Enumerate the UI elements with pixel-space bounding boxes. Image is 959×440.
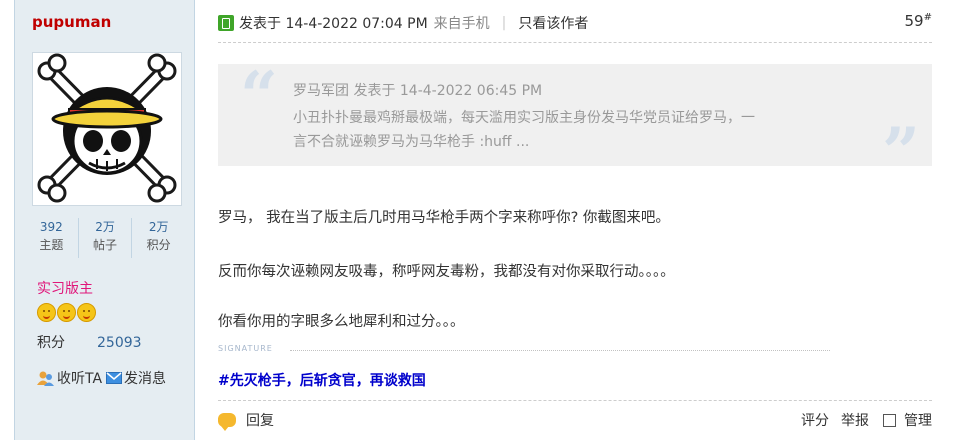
follow-label: 收听TA — [57, 371, 103, 387]
signature-label: SIGNATURE — [218, 344, 273, 353]
page-left-edge — [0, 0, 15, 440]
smiley-medal-icon — [77, 303, 96, 322]
post-via[interactable]: 来自手机 — [434, 13, 490, 33]
author-actions: 收听TA 发消息 — [37, 368, 166, 388]
stat-posts[interactable]: 2万 帖子 — [77, 218, 132, 258]
reply-bubble-icon — [218, 413, 236, 431]
stat-posts-value: 2万 — [95, 220, 115, 234]
reply-label: 回复 — [246, 413, 274, 429]
header-separator: | — [501, 15, 507, 31]
author-stats: 392 主题 2万 帖子 2万 积分 — [25, 218, 185, 258]
reply-button[interactable]: 回复 — [218, 410, 274, 431]
quote-line: 言不合就诬赖罗马为马华枪手 :huff ... — [293, 134, 530, 150]
stat-points-value: 2万 — [148, 220, 169, 234]
author-credits: 积分 25093 — [37, 332, 142, 352]
signature-divider — [290, 350, 830, 351]
mobile-online-icon — [218, 15, 234, 31]
manage-checkbox[interactable] — [883, 413, 896, 427]
floor-number-suffix: # — [923, 12, 932, 23]
jolly-roger-avatar-icon — [37, 53, 177, 203]
quote-body: 小丑扑扑曼最鸡掰最极端，每天滥用实习版主身份发马华党员证给罗马，一 言不合就诬赖… — [293, 106, 863, 154]
post-time: 发表于 14-4-2022 07:04 PM — [239, 16, 428, 32]
envelope-icon — [106, 372, 123, 384]
credits-value: 25093 — [97, 335, 142, 351]
stat-threads[interactable]: 392 主题 — [25, 218, 78, 258]
message-label: 发消息 — [124, 371, 167, 387]
author-rank[interactable]: 实习版主 — [37, 278, 93, 298]
post-paragraph: 反而你每次诬赖网友吸毒，称呼网友毒粉，我都没有对你采取行动。。。。 — [218, 264, 675, 280]
quote-block: “ ” 罗马军团 发表于 14-4-2022 06:45 PM 小丑扑扑曼最鸡掰… — [218, 57, 932, 185]
author-avatar[interactable] — [32, 52, 182, 206]
quote-header[interactable]: 罗马军团 发表于 14-4-2022 06:45 PM — [293, 80, 542, 100]
send-message-button[interactable]: 发消息 — [106, 368, 166, 388]
follow-users-icon — [37, 371, 54, 386]
floor-number-value: 59 — [904, 12, 924, 30]
stat-threads-label: 主题 — [39, 238, 64, 252]
author-username[interactable]: pupuman — [32, 13, 111, 31]
author-medals — [37, 303, 96, 322]
report-link[interactable]: 举报 — [841, 410, 869, 430]
quote-close-icon: ” — [882, 113, 920, 191]
footer-divider — [218, 400, 932, 401]
quote-line: 小丑扑扑曼最鸡掰最极端，每天滥用实习版主身份发马华党员证给罗马，一 — [293, 110, 755, 126]
quote-open-icon: “ — [240, 57, 278, 135]
follow-button[interactable]: 收听TA — [37, 368, 102, 388]
post-operations: 评分 举报 管理 — [789, 410, 932, 430]
signature-text[interactable]: #先灭枪手，后斩贪官，再谈救国 — [218, 370, 426, 390]
post-header: 发表于 14-4-2022 07:04 PM 来自手机 | 只看该作者 59# — [218, 12, 932, 34]
post-paragraph: 罗马， 我在当了版主后几时用马华枪手两个字来称呼你? 你截图来吧。 — [218, 210, 670, 226]
smiley-medal-icon — [57, 303, 76, 322]
stat-posts-label: 帖子 — [93, 238, 118, 252]
smiley-medal-icon — [37, 303, 56, 322]
header-divider — [218, 42, 932, 43]
author-sidebar: pupuman 392 主题 2万 帖子 2万 积分 实习版主 积分 25093… — [15, 0, 195, 440]
only-author-link[interactable]: 只看该作者 — [518, 13, 588, 33]
stat-threads-value: 392 — [39, 220, 63, 234]
stat-points-label: 积分 — [146, 238, 171, 252]
post-paragraph: 你看你用的字眼多么地犀利和过分。。。 — [218, 314, 465, 330]
stat-points[interactable]: 2万 积分 — [131, 218, 185, 258]
credits-label: 积分 — [37, 335, 65, 351]
manage-label[interactable]: 管理 — [904, 410, 932, 430]
rate-link[interactable]: 评分 — [801, 410, 829, 430]
floor-number[interactable]: 59# — [905, 12, 932, 30]
